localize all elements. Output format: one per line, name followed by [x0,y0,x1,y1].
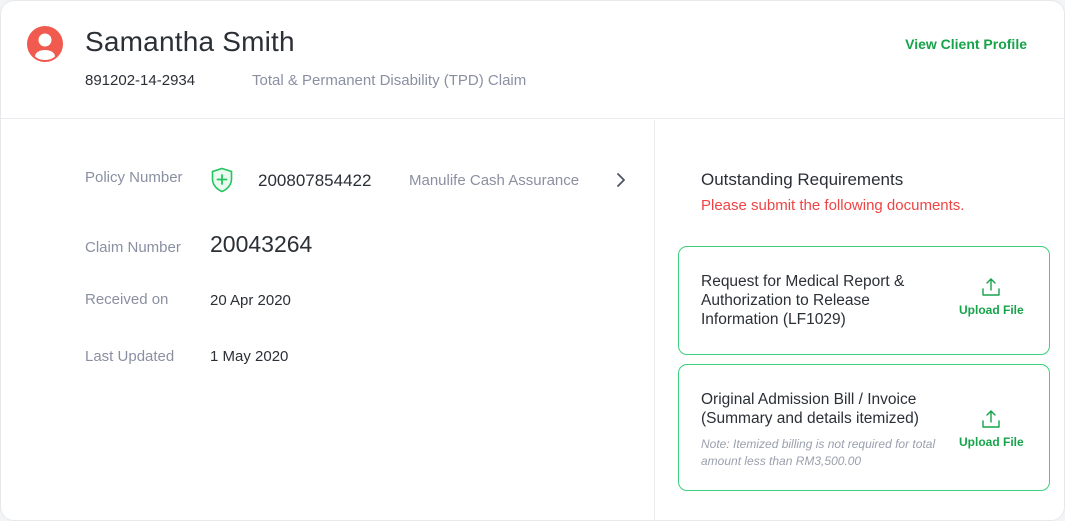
claim-type: Total & Permanent Disability (TPD) Claim [252,72,527,89]
view-client-profile-link[interactable]: View Client Profile [905,36,1027,52]
policy-number: 200807854422 [258,171,372,190]
requirement-text: Original Admission Bill / Invoice (Summa… [701,391,919,427]
received-on-value: 20 Apr 2020 [210,292,291,309]
received-on-label: Received on [85,291,169,308]
last-updated-label: Last Updated [85,348,175,365]
policy-number-label: Policy Number [85,169,183,186]
requirements-title: Outstanding Requirements [701,170,904,189]
upload-file-button[interactable]: Upload File [959,277,1024,321]
requirement-note: Note: Itemized billing is not required f… [701,437,936,468]
client-id: 891202-14-2934 [85,72,196,89]
upload-file-label: Upload File [959,303,1024,317]
claim-card: Samantha Smith 891202-14-2934 Total & Pe… [0,0,1065,521]
chevron-right-icon[interactable] [613,171,629,189]
upload-file-label: Upload File [959,435,1024,449]
last-updated-value: 1 May 2020 [210,348,289,365]
section-divider [654,120,655,520]
requirements-subtitle: Please submit the following documents. [701,197,965,214]
claim-number: 20043264 [210,231,313,257]
upload-icon [982,278,1000,296]
shield-plus-icon [211,167,233,193]
policy-plan: Manulife Cash Assurance [409,172,580,189]
user-avatar-icon [27,26,63,62]
requirement-text: Request for Medical Report & Authorizati… [701,273,905,328]
requirement-item: Original Admission Bill / Invoice (Summa… [678,364,1050,491]
upload-file-button[interactable]: Upload File [959,409,1024,453]
claim-number-label: Claim Number [85,239,181,256]
requirement-item: Request for Medical Report & Authorizati… [678,246,1050,355]
client-name: Samantha Smith [85,26,295,57]
upload-icon [982,410,1000,428]
claim-header: Samantha Smith 891202-14-2934 Total & Pe… [1,1,1064,119]
